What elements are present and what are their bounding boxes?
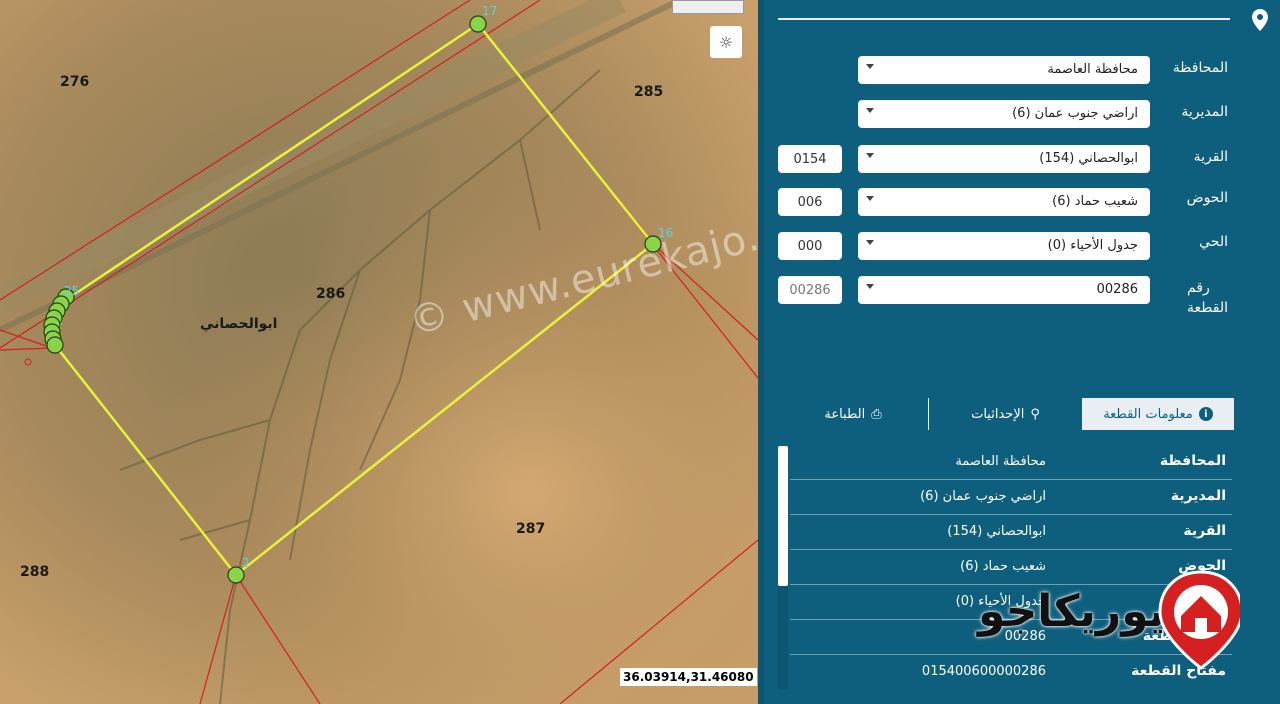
parcel-row: 00286 00286 رقم القطعة (770, 276, 1240, 320)
tab-print[interactable]: الطباعة ⎙ (778, 398, 928, 430)
info-row-directorate: المديرية اراضي جنوب عمان (6) (790, 481, 1232, 515)
basin-label: الحوض (1186, 190, 1228, 206)
info-scrollbar[interactable] (778, 446, 788, 690)
chevron-down-icon (866, 284, 874, 289)
printer-icon: ⎙ (871, 406, 882, 422)
vertex-label-17: 17 (482, 4, 498, 18)
parcel-code-input[interactable]: 00286 (778, 276, 842, 304)
parcel-number-285: 285 (634, 84, 664, 100)
info-icon: i (1198, 407, 1213, 421)
vertex-17 (469, 15, 487, 33)
governorate-select[interactable]: محافظة العاصمة (858, 56, 1150, 84)
tab-coordinates[interactable]: الإحداثيات ⚲ (929, 398, 1082, 430)
vertex-label-25: 25 (64, 284, 80, 298)
map-canvas[interactable] (0, 0, 758, 704)
map-view[interactable]: ☼ 276 285 286 287 288 ابوالحصاني 17 16 2… (0, 0, 758, 704)
panel-top-divider (778, 18, 1230, 20)
neighborhood-select[interactable]: جدول الأحياء (0) (858, 232, 1150, 260)
chevron-down-icon (866, 64, 874, 69)
neighborhood-code-input[interactable]: 000 (778, 232, 842, 260)
info-row-village: القرية ابوالحصاني (154) (790, 516, 1232, 550)
village-row: 0154 ابوالحصاني (154) القرية (770, 145, 1240, 175)
village-select[interactable]: ابوالحصاني (154) (858, 145, 1150, 173)
parcel-select[interactable]: 00286 (858, 276, 1150, 304)
parcel-number-287: 287 (516, 521, 546, 537)
parcel-number-286: 286 (316, 286, 346, 302)
right-toolbar (1240, 0, 1280, 704)
directorate-select[interactable]: اراضي جنوب عمان (6) (858, 100, 1150, 128)
info-row-governorate: المحافظة محافظة العاصمة (790, 446, 1232, 480)
governorate-label: المحافظة (1172, 60, 1228, 76)
chevron-down-icon (866, 240, 874, 245)
governorate-row: محافظة العاصمة المحافظة (770, 56, 1240, 86)
neighborhood-label: الحي (1199, 234, 1228, 250)
neighborhood-row: 000 جدول الأحياء (0) الحي (770, 232, 1240, 262)
parcel-number-288: 288 (20, 564, 50, 580)
village-label: ابوالحصاني (200, 316, 278, 332)
info-tabs: الطباعة ⎙ الإحداثيات ⚲ معلومات القطعة i (778, 398, 1234, 430)
house-logo-icon (1158, 570, 1244, 670)
location-pin-icon[interactable] (1250, 8, 1270, 32)
basin-code-input[interactable]: 006 (778, 188, 842, 216)
scrollbar-thumb[interactable] (778, 446, 788, 586)
village-code-input[interactable]: 0154 (778, 145, 842, 173)
parcel-label: رقم القطعة (1187, 280, 1228, 316)
coordinates-readout: 36.03914,31.46080 (620, 668, 757, 686)
village-label: القرية (1193, 149, 1228, 165)
parcel-number-276: 276 (60, 74, 90, 90)
logo-text: يوريكاجو (978, 586, 1166, 637)
basin-select[interactable]: شعيب حماد (6) (858, 188, 1150, 216)
brightness-button[interactable]: ☼ (710, 26, 742, 58)
tab-parcel-info[interactable]: معلومات القطعة i (1082, 398, 1234, 430)
vertex-label-2: 2 (242, 556, 250, 570)
basin-row: 006 شعيب حماد (6) الحوض (770, 188, 1240, 218)
chevron-down-icon (866, 196, 874, 201)
minimap[interactable] (672, 0, 744, 14)
directorate-row: اراضي جنوب عمان (6) المديرية (770, 100, 1240, 130)
app-root: ☼ 276 285 286 287 288 ابوالحصاني 17 16 2… (0, 0, 1280, 704)
sun-icon: ☼ (718, 32, 734, 52)
chevron-down-icon (866, 108, 874, 113)
directorate-label: المديرية (1181, 104, 1228, 120)
chevron-down-icon (866, 153, 874, 158)
location-icon: ⚲ (1030, 406, 1040, 422)
